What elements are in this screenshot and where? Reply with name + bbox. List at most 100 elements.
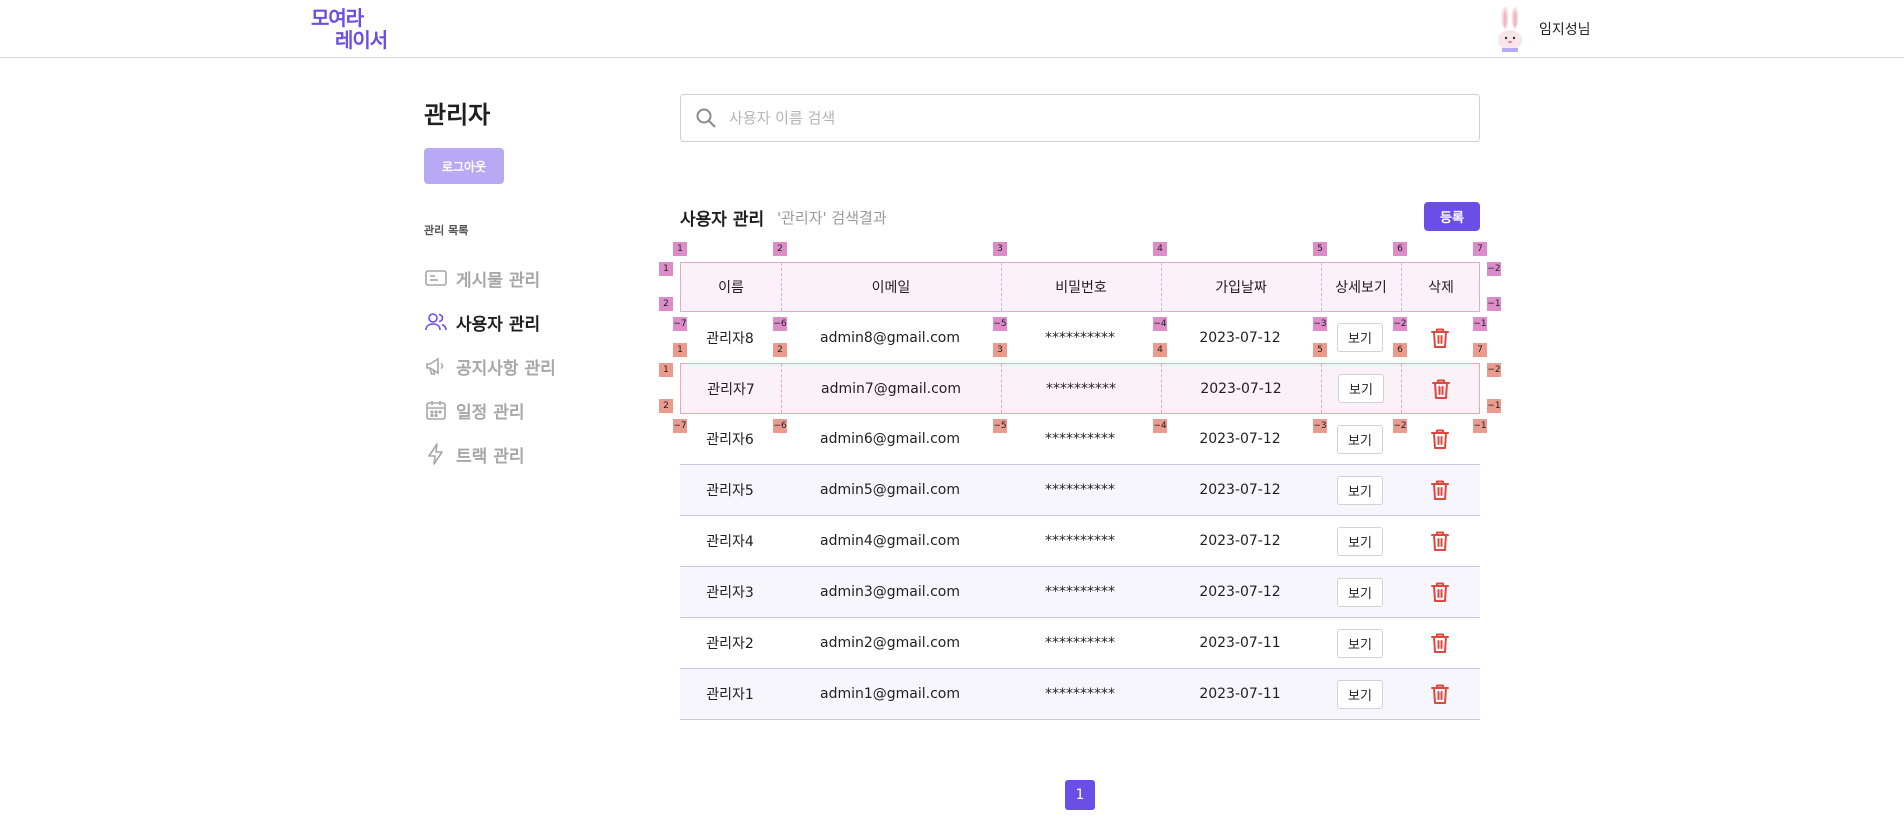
cell-date: 2023-07-12	[1199, 431, 1281, 447]
cell-date: 2023-07-11	[1199, 686, 1281, 702]
cell-delete	[1400, 581, 1480, 603]
grid-marker: 2	[659, 399, 673, 413]
sidebar-item-users[interactable]: 사용자 관리	[424, 300, 634, 344]
search-input[interactable]	[729, 109, 1449, 127]
section-title: 사용자 관리	[680, 210, 765, 230]
sidebar-item-notices[interactable]: 공지사항 관리	[424, 344, 634, 388]
view-button[interactable]: 보기	[1337, 475, 1383, 505]
grid-marker: 7	[1473, 242, 1487, 256]
view-button[interactable]: 보기	[1337, 679, 1383, 709]
trash-icon[interactable]	[1430, 479, 1450, 501]
grid-marker: 3	[993, 343, 1007, 357]
avatar[interactable]	[1495, 6, 1525, 52]
cell-name: 관리자3	[706, 585, 754, 601]
view-button[interactable]: 보기	[1337, 526, 1383, 556]
search-bar[interactable]	[680, 94, 1480, 142]
logout-button[interactable]: 로그아웃	[424, 148, 504, 184]
grid-marker: 4	[1153, 242, 1167, 256]
cell-detail: 보기	[1320, 577, 1400, 607]
cell-date: 2023-07-11	[1199, 635, 1281, 651]
grid-marker: −1	[1473, 419, 1487, 433]
cell-name: 관리자5	[706, 483, 754, 499]
pagination-page-1[interactable]: 1	[1065, 780, 1095, 810]
cell-password: **********	[1045, 482, 1115, 498]
cell-name: 관리자2	[706, 636, 754, 652]
sidebar-menu: 게시물 관리 사용자 관리 공지사항 관리 일정 관리 트랙 관리	[424, 256, 634, 476]
grid-marker: 1	[659, 363, 673, 377]
grid-marker: −4	[1153, 317, 1167, 331]
column-guide	[1401, 364, 1402, 413]
cell-detail: 보기	[1321, 374, 1401, 403]
grid-marker: −4	[1153, 419, 1167, 433]
cell-password: **********	[1045, 329, 1115, 346]
column-guide	[1001, 364, 1002, 413]
table-row: 관리자1 admin1@gmail.com ********** 2023-07-11…	[680, 669, 1480, 720]
trash-icon[interactable]	[1430, 530, 1450, 552]
column-header-detail: 상세보기	[1335, 280, 1387, 296]
grid-marker: 7	[1473, 343, 1487, 357]
grid-marker: −2	[1393, 419, 1407, 433]
cell-delete	[1400, 632, 1480, 654]
grid-marker: 1	[659, 262, 673, 276]
trash-icon[interactable]	[1430, 327, 1450, 349]
grid-marker: 3	[993, 242, 1007, 256]
cell-password: **********	[1046, 380, 1116, 397]
grid-marker: 4	[1153, 343, 1167, 357]
cell-password: **********	[1045, 686, 1115, 702]
grid-marker: −1	[1487, 399, 1501, 413]
table-header-row: 이름 이메일 비밀번호 가입날짜 상세보기 삭제	[680, 262, 1480, 312]
sidebar-item-posts[interactable]: 게시물 관리	[424, 256, 634, 300]
grid-marker: −6	[773, 317, 787, 331]
register-button[interactable]: 등록	[1424, 202, 1480, 231]
cell-name: 관리자7	[707, 381, 755, 398]
view-button[interactable]: 보기	[1338, 374, 1384, 403]
trash-icon[interactable]	[1431, 378, 1451, 400]
trash-icon[interactable]	[1430, 632, 1450, 654]
sidebar-item-label: 일정 관리	[456, 402, 525, 423]
grid-marker: 5	[1313, 242, 1327, 256]
cell-email: admin2@gmail.com	[819, 635, 960, 651]
view-button[interactable]: 보기	[1337, 323, 1383, 352]
grid-marker: 2	[659, 297, 673, 311]
cell-name: 관리자4	[706, 534, 754, 550]
logo[interactable]: 모여라 레이서	[311, 6, 393, 52]
grid-marker: 1	[673, 242, 687, 256]
view-button[interactable]: 보기	[1337, 577, 1383, 607]
cell-date: 2023-07-12	[1199, 329, 1281, 346]
trash-icon[interactable]	[1430, 683, 1450, 705]
trash-icon[interactable]	[1430, 428, 1450, 450]
grid-marker: −3	[1313, 317, 1327, 331]
sidebar-item-label: 사용자 관리	[456, 314, 541, 335]
cell-delete	[1401, 378, 1481, 400]
cell-detail: 보기	[1320, 526, 1400, 556]
calendar-icon	[424, 398, 448, 422]
column-header-date: 가입날짜	[1215, 280, 1267, 296]
cell-detail: 보기	[1320, 475, 1400, 505]
grid-marker: −1	[1487, 297, 1501, 311]
grid-marker: −2	[1487, 262, 1501, 276]
page-title: 관리자	[424, 101, 491, 129]
grid-marker: 5	[1313, 343, 1327, 357]
cell-password: **********	[1045, 431, 1115, 447]
cell-detail: 보기	[1320, 628, 1400, 658]
cell-detail: 보기	[1320, 679, 1400, 709]
column-guide	[781, 364, 782, 413]
grid-marker: −6	[773, 419, 787, 433]
grid-marker: −5	[993, 317, 1007, 331]
view-button[interactable]: 보기	[1337, 628, 1383, 658]
cell-date: 2023-07-12	[1199, 533, 1281, 549]
grid-marker: −2	[1487, 363, 1501, 377]
card-icon	[424, 266, 448, 290]
view-button[interactable]: 보기	[1337, 424, 1383, 454]
user-table: 이름 이메일 비밀번호 가입날짜 상세보기 삭제 관리자8 admin8@gmai…	[680, 262, 1480, 720]
grid-marker: −1	[1473, 317, 1487, 331]
sidebar-item-tracks[interactable]: 트랙 관리	[424, 432, 634, 476]
grid-marker: −3	[1313, 419, 1327, 433]
trash-icon[interactable]	[1430, 581, 1450, 603]
table-body: 관리자8 admin8@gmail.com ********** 2023-07-12…	[680, 312, 1480, 720]
logo-line-1: 모여라	[311, 6, 364, 30]
user-menu[interactable]: 임지성님	[1495, 4, 1591, 54]
column-guide	[1321, 263, 1322, 311]
cell-password: **********	[1045, 533, 1115, 549]
sidebar-item-schedule[interactable]: 일정 관리	[424, 388, 634, 432]
